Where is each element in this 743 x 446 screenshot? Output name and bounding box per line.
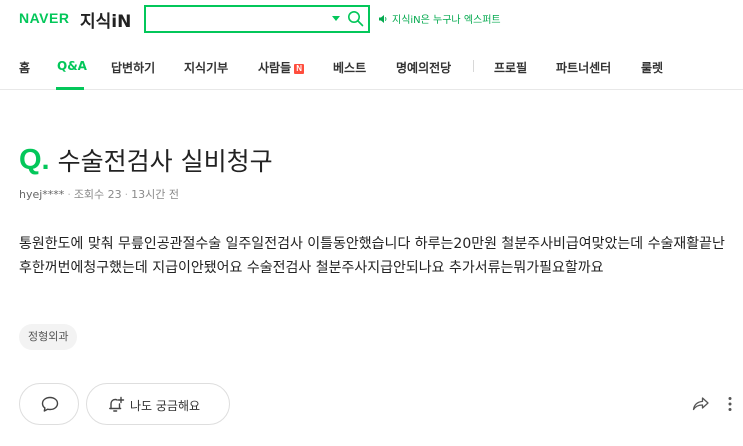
- new-badge: N: [294, 64, 305, 74]
- naver-logo[interactable]: NAVER: [19, 10, 69, 26]
- nav-item-hall-of-fame[interactable]: 명예의전당: [396, 59, 451, 76]
- notice-text: 지식iN은 누구나 엑스퍼트: [392, 15, 501, 26]
- view-count: 조회수 23: [73, 188, 122, 201]
- question-meta: hyej**** · 조회수 23 · 13시간 전: [19, 186, 179, 202]
- search-icon[interactable]: [347, 10, 364, 27]
- question-heading: Q. 수술전검사 실비청구: [19, 142, 273, 178]
- meta-separator: ·: [67, 188, 71, 201]
- nav-item-answer[interactable]: 답변하기: [111, 59, 155, 76]
- dropdown-arrow-icon[interactable]: [331, 13, 341, 23]
- nav-item-people-label: 사람들: [258, 61, 292, 75]
- nav-item-donate[interactable]: 지식기부: [184, 59, 228, 76]
- nav-item-roulette[interactable]: 룰렛: [641, 59, 663, 76]
- nav-item-best[interactable]: 베스트: [333, 59, 366, 76]
- question-body: 통원한도에 맞춰 무릎인공관절수술 일주일전검사 이틀동안했습니다 하루는20만…: [19, 236, 725, 276]
- top-bar: NAVER 지식iN 지식iN은 누구나 엑스퍼트: [0, 0, 743, 44]
- author-name[interactable]: hyej****: [19, 188, 64, 201]
- comment-icon: [41, 396, 59, 412]
- meta-separator: ·: [124, 188, 129, 201]
- main-nav: 홈 Q&A 답변하기 지식기부 사람들 N 베스트 명예의전당 프로필 파트너센터…: [0, 44, 743, 90]
- category-tag[interactable]: 정형외과: [19, 324, 78, 350]
- curious-label: 나도 궁금해요: [130, 399, 201, 413]
- search-box: [144, 5, 370, 33]
- question-mark: Q.: [19, 143, 50, 176]
- nav-item-home[interactable]: 홈: [19, 59, 30, 76]
- comment-button[interactable]: [19, 383, 79, 425]
- nav-item-profile[interactable]: 프로필: [494, 59, 527, 76]
- posted-time: 13시간 전: [131, 188, 180, 201]
- question-title: 수술전검사 실비청구: [57, 147, 273, 176]
- share-icon[interactable]: [692, 396, 710, 412]
- nav-item-people[interactable]: 사람들 N: [258, 59, 305, 76]
- speaker-icon: [379, 14, 387, 23]
- expert-notice[interactable]: 지식iN은 누구나 엑스퍼트: [378, 11, 501, 26]
- more-options-icon[interactable]: [727, 396, 733, 412]
- active-tab-indicator: [56, 87, 84, 90]
- nav-divider: [473, 60, 474, 72]
- curious-button[interactable]: 나도 궁금해요: [86, 383, 230, 425]
- nav-item-partner-center[interactable]: 파트너센터: [556, 59, 611, 76]
- bell-plus-icon: [109, 396, 125, 412]
- nav-item-qna[interactable]: Q&A: [57, 59, 87, 73]
- jisikin-logo[interactable]: 지식iN: [80, 7, 131, 32]
- search-input[interactable]: [152, 10, 322, 28]
